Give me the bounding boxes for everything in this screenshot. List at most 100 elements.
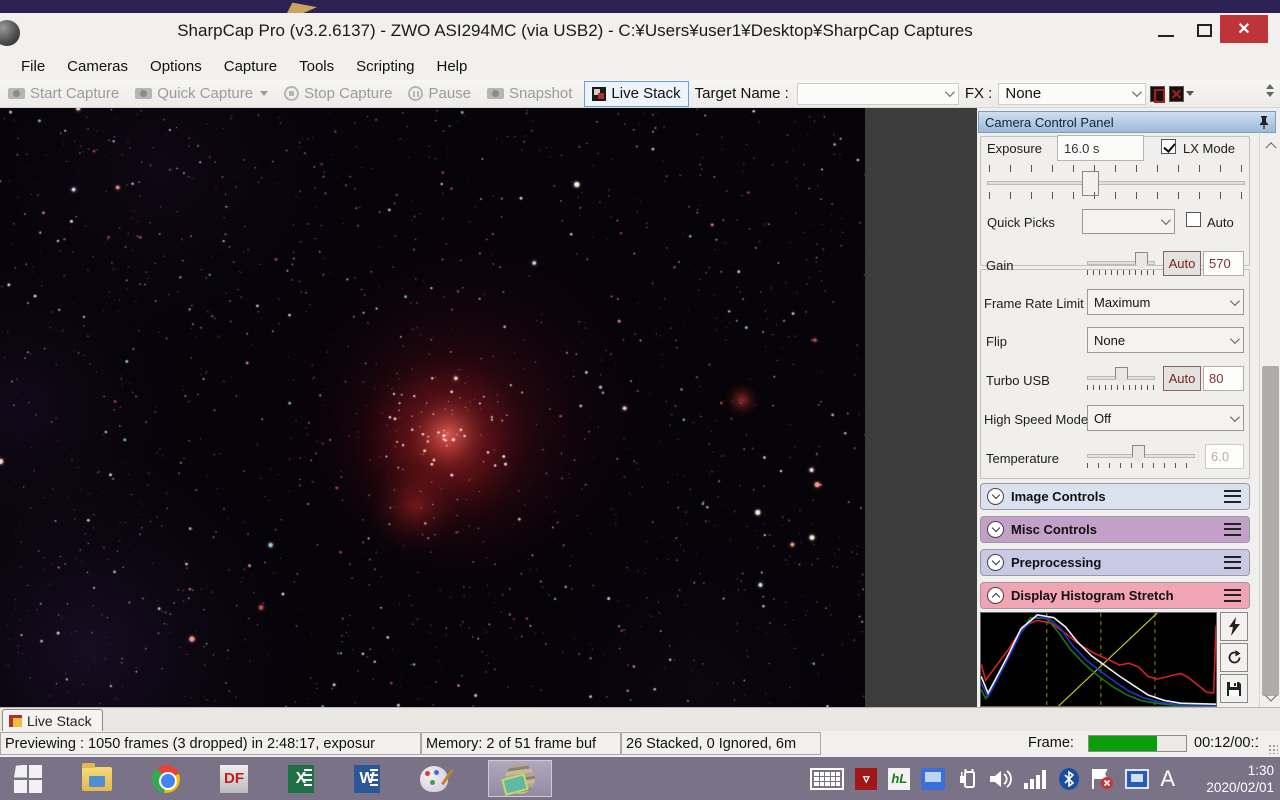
df-app-icon[interactable]: DF bbox=[220, 764, 248, 793]
save-stretch-button[interactable] bbox=[1220, 674, 1248, 703]
exposure-slider[interactable] bbox=[987, 181, 1245, 185]
section-display-histogram-stretch[interactable]: Display Histogram Stretch bbox=[980, 582, 1250, 609]
chevron-down-icon bbox=[1229, 411, 1240, 422]
high-speed-mode-combobox[interactable]: Off bbox=[1087, 405, 1244, 431]
sharpcap-window: SharpCap Pro (v3.2.6137) - ZWO ASI294MC … bbox=[0, 0, 1280, 800]
temperature-ticks bbox=[1087, 463, 1195, 468]
fx-label: FX : bbox=[964, 85, 993, 102]
status-previewing: Previewing : 1050 frames (3 dropped) in … bbox=[0, 732, 421, 755]
live-image-view[interactable] bbox=[0, 108, 865, 707]
section-menu-icon[interactable] bbox=[1224, 589, 1241, 602]
crosshair-display-icon[interactable] bbox=[1169, 85, 1185, 102]
frame-progress-bar bbox=[1088, 735, 1187, 752]
turbo-usb-label: Turbo USB bbox=[986, 373, 1050, 388]
turbo-usb-auto-button[interactable]: Auto bbox=[1163, 366, 1201, 391]
start-capture-button[interactable]: Start Capture bbox=[0, 81, 127, 107]
start-button[interactable] bbox=[14, 764, 42, 793]
word-icon[interactable]: W bbox=[354, 764, 380, 793]
chevron-down-icon bbox=[1132, 87, 1143, 98]
menu-help[interactable]: Help bbox=[426, 55, 479, 78]
dropdown-caret-icon[interactable] bbox=[1186, 91, 1195, 96]
taskbar-clock[interactable]: 1:30 2020/02/01 bbox=[1190, 762, 1274, 796]
maximize-button[interactable] bbox=[1186, 13, 1222, 47]
panel-header[interactable]: Camera Control Panel bbox=[978, 111, 1276, 133]
main-area: Camera Control Panel Exposure 16.0 s LX … bbox=[0, 108, 1280, 707]
section-menu-icon[interactable] bbox=[1224, 490, 1241, 503]
volume-icon[interactable] bbox=[989, 768, 1013, 790]
frame-label: Frame: bbox=[1028, 735, 1074, 751]
gain-auto-button[interactable]: Auto bbox=[1163, 251, 1201, 276]
hl-tray-icon[interactable]: hL bbox=[888, 767, 911, 790]
section-image-controls[interactable]: Image Controls bbox=[980, 483, 1250, 510]
histogram-buttons bbox=[1220, 612, 1248, 705]
section-misc-controls[interactable]: Misc Controls bbox=[980, 516, 1250, 543]
status-memory: Memory: 2 of 51 frame buf bbox=[421, 732, 621, 755]
title-bar[interactable]: SharpCap Pro (v3.2.6137) - ZWO ASI294MC … bbox=[0, 13, 1280, 52]
frame-rate-limit-label: Frame Rate Limit bbox=[984, 296, 1084, 311]
scroll-up-button[interactable] bbox=[1262, 136, 1279, 154]
quick-capture-button[interactable]: Quick Capture bbox=[127, 81, 276, 107]
quick-picks-combobox[interactable] bbox=[1082, 209, 1175, 234]
fx-combobox[interactable]: None bbox=[998, 82, 1147, 105]
histogram-display-icon[interactable] bbox=[1150, 85, 1166, 103]
sharpcap-taskbar-button[interactable] bbox=[488, 760, 552, 797]
menu-file[interactable]: File bbox=[10, 55, 56, 78]
desktop-background bbox=[0, 0, 1280, 13]
target-name-combobox[interactable] bbox=[796, 82, 959, 105]
gain-value[interactable]: 570 bbox=[1203, 251, 1244, 276]
chevron-down-icon bbox=[944, 87, 955, 98]
menu-cameras[interactable]: Cameras bbox=[56, 55, 139, 78]
action-center-flag-icon[interactable] bbox=[1090, 768, 1114, 790]
pause-icon bbox=[408, 86, 424, 101]
status-bar: Previewing : 1050 frames (3 dropped) in … bbox=[0, 731, 1280, 757]
auto-stretch-button[interactable] bbox=[1220, 612, 1248, 641]
turbo-usb-value[interactable]: 80 bbox=[1203, 366, 1244, 391]
system-tray: ▿ hL A 1:30 2020/02/01 bbox=[810, 762, 1274, 796]
live-stack-button[interactable]: Live Stack bbox=[584, 80, 689, 107]
reset-stretch-button[interactable] bbox=[1220, 643, 1248, 672]
flip-combobox[interactable]: None bbox=[1087, 327, 1244, 353]
frame-rate-limit-combobox[interactable]: Maximum bbox=[1087, 289, 1244, 315]
pause-button[interactable]: Pause bbox=[400, 81, 479, 107]
excel-icon[interactable]: X bbox=[288, 764, 314, 793]
resize-grip[interactable] bbox=[1268, 744, 1278, 754]
touch-keyboard-icon[interactable] bbox=[810, 767, 845, 790]
section-menu-icon[interactable] bbox=[1224, 523, 1241, 536]
file-explorer-icon[interactable] bbox=[82, 762, 112, 791]
stop-capture-button[interactable]: Stop Capture bbox=[276, 81, 400, 107]
ime-language-indicator[interactable]: A bbox=[1160, 766, 1175, 792]
pdf-reader-tray-icon[interactable]: ▿ bbox=[855, 767, 878, 790]
lx-mode-checkbox[interactable] bbox=[1161, 139, 1176, 154]
chevron-down-icon bbox=[987, 488, 1004, 505]
chrome-icon[interactable] bbox=[152, 764, 180, 793]
chevron-down-icon bbox=[1160, 215, 1171, 226]
power-icon[interactable] bbox=[956, 768, 978, 790]
section-preprocessing[interactable]: Preprocessing bbox=[980, 549, 1250, 576]
turbo-usb-ticks bbox=[1087, 385, 1155, 390]
histogram-chart[interactable] bbox=[980, 612, 1217, 707]
scroll-down-button[interactable] bbox=[1262, 687, 1279, 705]
menu-scripting[interactable]: Scripting bbox=[345, 55, 425, 78]
panel-scrollbar[interactable] bbox=[1259, 134, 1280, 707]
menu-tools[interactable]: Tools bbox=[288, 55, 345, 78]
high-speed-mode-label: High Speed Mode bbox=[984, 412, 1089, 427]
snapshot-icon bbox=[487, 88, 505, 99]
live-stack-icon bbox=[592, 86, 607, 101]
snapshot-button[interactable]: Snapshot bbox=[479, 81, 580, 107]
quick-picks-auto-checkbox[interactable] bbox=[1186, 212, 1201, 227]
scrollbar-thumb[interactable] bbox=[1262, 366, 1279, 696]
close-button[interactable]: ✕ bbox=[1220, 15, 1268, 43]
toolbar-overflow-scroll[interactable] bbox=[1264, 84, 1276, 104]
section-menu-icon[interactable] bbox=[1224, 556, 1241, 569]
bluetooth-icon[interactable] bbox=[1059, 767, 1080, 790]
network-app-tray-icon[interactable] bbox=[921, 767, 946, 790]
minimize-button[interactable] bbox=[1148, 13, 1184, 47]
display-tray-icon[interactable] bbox=[1125, 768, 1150, 789]
exposure-input[interactable]: 16.0 s bbox=[1057, 135, 1144, 161]
signal-strength-icon[interactable] bbox=[1024, 769, 1048, 789]
menu-options[interactable]: Options bbox=[139, 55, 213, 78]
paint-icon[interactable] bbox=[420, 765, 448, 792]
live-stack-tab[interactable]: Live Stack bbox=[2, 709, 103, 731]
pin-icon[interactable] bbox=[1259, 115, 1269, 129]
menu-capture[interactable]: Capture bbox=[213, 55, 288, 78]
